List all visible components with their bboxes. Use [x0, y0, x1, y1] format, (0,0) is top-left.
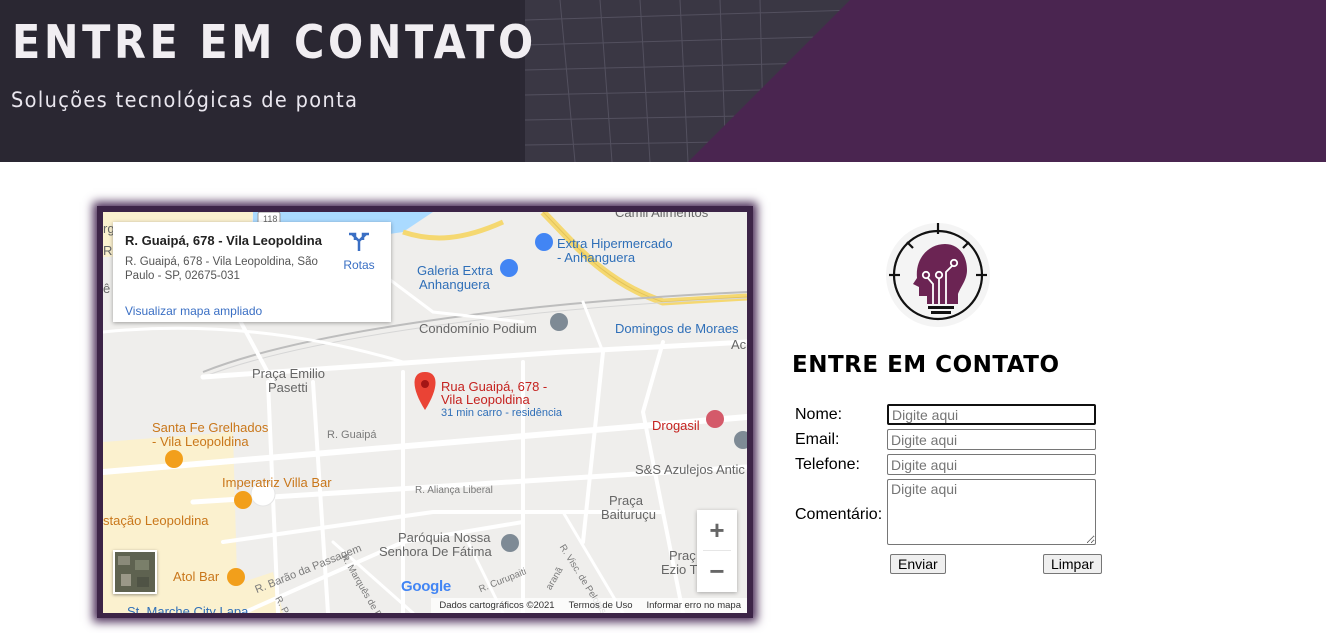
map-label-estacao: stação Leopoldina: [103, 513, 209, 528]
terms-link[interactable]: Termos de Uso: [569, 598, 633, 613]
map-label-domingos: Domingos de Moraes: [615, 321, 739, 336]
map-label-ac: Ac: [731, 337, 747, 352]
zoom-controls: + −: [697, 510, 737, 592]
routes-label: Rotas: [343, 258, 375, 272]
map-label-praca-baituruçu-2: Baituruçu: [601, 507, 656, 522]
map-label-drogasil: Drogasil: [652, 418, 700, 433]
map-attribution: Dados cartográficos ©2021 Termos de Uso …: [431, 598, 747, 613]
google-logo: Google: [401, 578, 451, 595]
map-label-praca-emilio-2: Pasetti: [268, 380, 308, 395]
phone-field[interactable]: [887, 454, 1096, 475]
marker-label-2: Vila Leopoldina: [441, 392, 530, 407]
name-label: Nome:: [795, 406, 843, 423]
phone-label: Telefone:: [795, 456, 860, 473]
map-label-paroquia: Paróquia Nossa: [398, 530, 491, 545]
view-larger-map-link[interactable]: Visualizar mapa ampliado: [125, 304, 262, 318]
contact-title: ENTRE EM CONTATO: [792, 352, 1060, 378]
map-label-atol: Atol Bar: [173, 569, 220, 584]
map-label-praca-ezio-2: Ezio T: [661, 562, 698, 577]
map-label-imperatriz: Imperatriz Villa Bar: [222, 475, 332, 490]
map-label-paroquia-2: Senhora De Fátima: [379, 544, 492, 559]
map-label-santa-fe: Santa Fe Grelhados: [152, 420, 269, 435]
satellite-thumbnail-icon: [115, 552, 155, 592]
info-card-title: R. Guaipá, 678 - Vila Leopoldina: [125, 233, 322, 248]
routes-button[interactable]: Rotas: [339, 231, 379, 275]
map-label-praca-ezio: Praç: [669, 548, 696, 563]
info-card-address: R. Guaipá, 678 - Vila Leopoldina, São Pa…: [125, 256, 318, 282]
report-error-link[interactable]: Informar erro no mapa: [646, 598, 741, 613]
directions-icon: [349, 232, 369, 251]
map-label-praca-baituruçu: Praça: [609, 493, 643, 508]
map-label-st-marche: St. Marche City Lapa: [127, 604, 249, 614]
page-title: ENTRE EM CONTATO: [12, 15, 537, 69]
marker-travel-time: 31 min carro - residência: [441, 407, 563, 419]
zoom-in-button[interactable]: +: [697, 510, 737, 550]
comment-field[interactable]: [887, 479, 1096, 545]
map-info-card: R. Guaipá, 678 - Vila Leopoldina R. Guai…: [113, 222, 391, 322]
comment-label: Comentário:: [795, 506, 883, 523]
header-banner: ENTRE EM CONTATO Soluções tecnológicas d…: [0, 0, 1326, 162]
map-label-galeria: Galeria Extra: [417, 263, 493, 278]
page-subtitle: Soluções tecnológicas de ponta: [11, 88, 359, 112]
street-label: R. Guaipá: [327, 429, 377, 441]
map-frame: 118 rg Rio ê Camil Alimentos Extra Hiper…: [97, 206, 753, 618]
map-label-podium: Condomínio Podium: [419, 321, 537, 336]
map-label-sns: S&S Azulejos Antic: [635, 462, 745, 477]
email-label: Email:: [795, 431, 840, 448]
map-label-extra: Extra Hipermercado: [557, 236, 673, 251]
map-label-galeria-2: Anhanguera: [419, 277, 490, 292]
zoom-out-button[interactable]: −: [697, 551, 737, 591]
satellite-toggle[interactable]: [113, 550, 157, 594]
reset-button[interactable]: Limpar: [1043, 554, 1102, 574]
map-data-credit: Dados cartográficos ©2021: [439, 600, 555, 611]
email-field[interactable]: [887, 429, 1096, 450]
map-label-praca-emilio: Praça Emilio: [252, 366, 325, 381]
name-field[interactable]: [887, 404, 1096, 425]
company-logo: [886, 223, 990, 327]
map-label-camil: Camil Alimentos: [615, 212, 709, 220]
map-label-extra-2: - Anhanguera: [557, 250, 636, 265]
street-label: R. Aliança Liberal: [415, 485, 493, 496]
map-label-partial: ê: [103, 281, 111, 296]
embedded-map[interactable]: 118 rg Rio ê Camil Alimentos Extra Hiper…: [103, 212, 747, 613]
map-label-santa-fe-2: - Vila Leopoldina: [152, 434, 249, 449]
submit-button[interactable]: Enviar: [890, 554, 946, 574]
